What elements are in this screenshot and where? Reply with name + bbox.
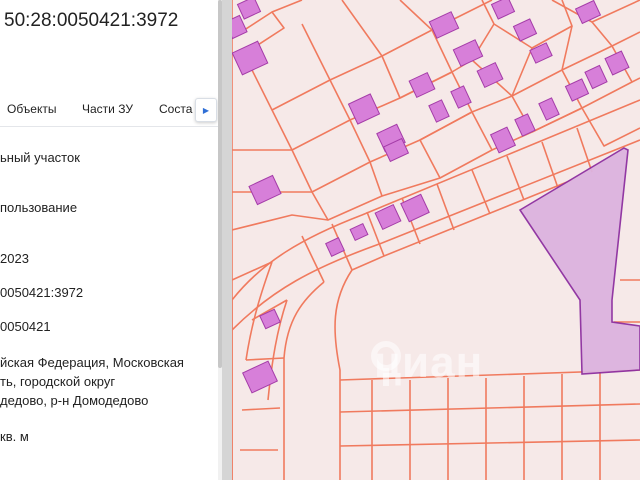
info-panel: 50:28:0050421:3972 Объекты Части ЗУ Сост…	[0, 0, 222, 480]
tabs-scroll-right-button[interactable]: ▶	[195, 98, 217, 122]
field-object-type: ьный участок	[0, 150, 80, 165]
selected-parcel[interactable]	[518, 147, 640, 375]
field-cadastral-number: 0050421:3972	[0, 285, 84, 300]
field-address-line-2: ть, городской округ	[0, 374, 116, 389]
field-address-line-1: йская Федерация, Московская	[0, 355, 184, 370]
arrow-right-icon: ▶	[202, 105, 210, 115]
field-cadastral-quarter: 0050421	[0, 319, 51, 334]
tab-objects[interactable]: Объекты	[7, 102, 57, 116]
map-canvas	[232, 0, 640, 480]
panel-divider[interactable]	[222, 0, 232, 480]
tab-divider	[0, 126, 222, 127]
field-permitted-use: пользование	[0, 200, 78, 215]
tab-land-parts[interactable]: Части ЗУ	[82, 102, 133, 116]
cadastral-map[interactable]: циан	[232, 0, 640, 480]
field-address-line-3: дедово, р-н Домодедово	[0, 393, 149, 408]
tab-bar: Объекты Части ЗУ Соста ▶	[0, 96, 222, 126]
field-area: кв. м	[0, 429, 29, 444]
tab-composition[interactable]: Соста	[159, 102, 192, 116]
cadastral-number-title: 50:28:0050421:3972	[4, 10, 179, 31]
field-date: 2023	[0, 251, 29, 266]
